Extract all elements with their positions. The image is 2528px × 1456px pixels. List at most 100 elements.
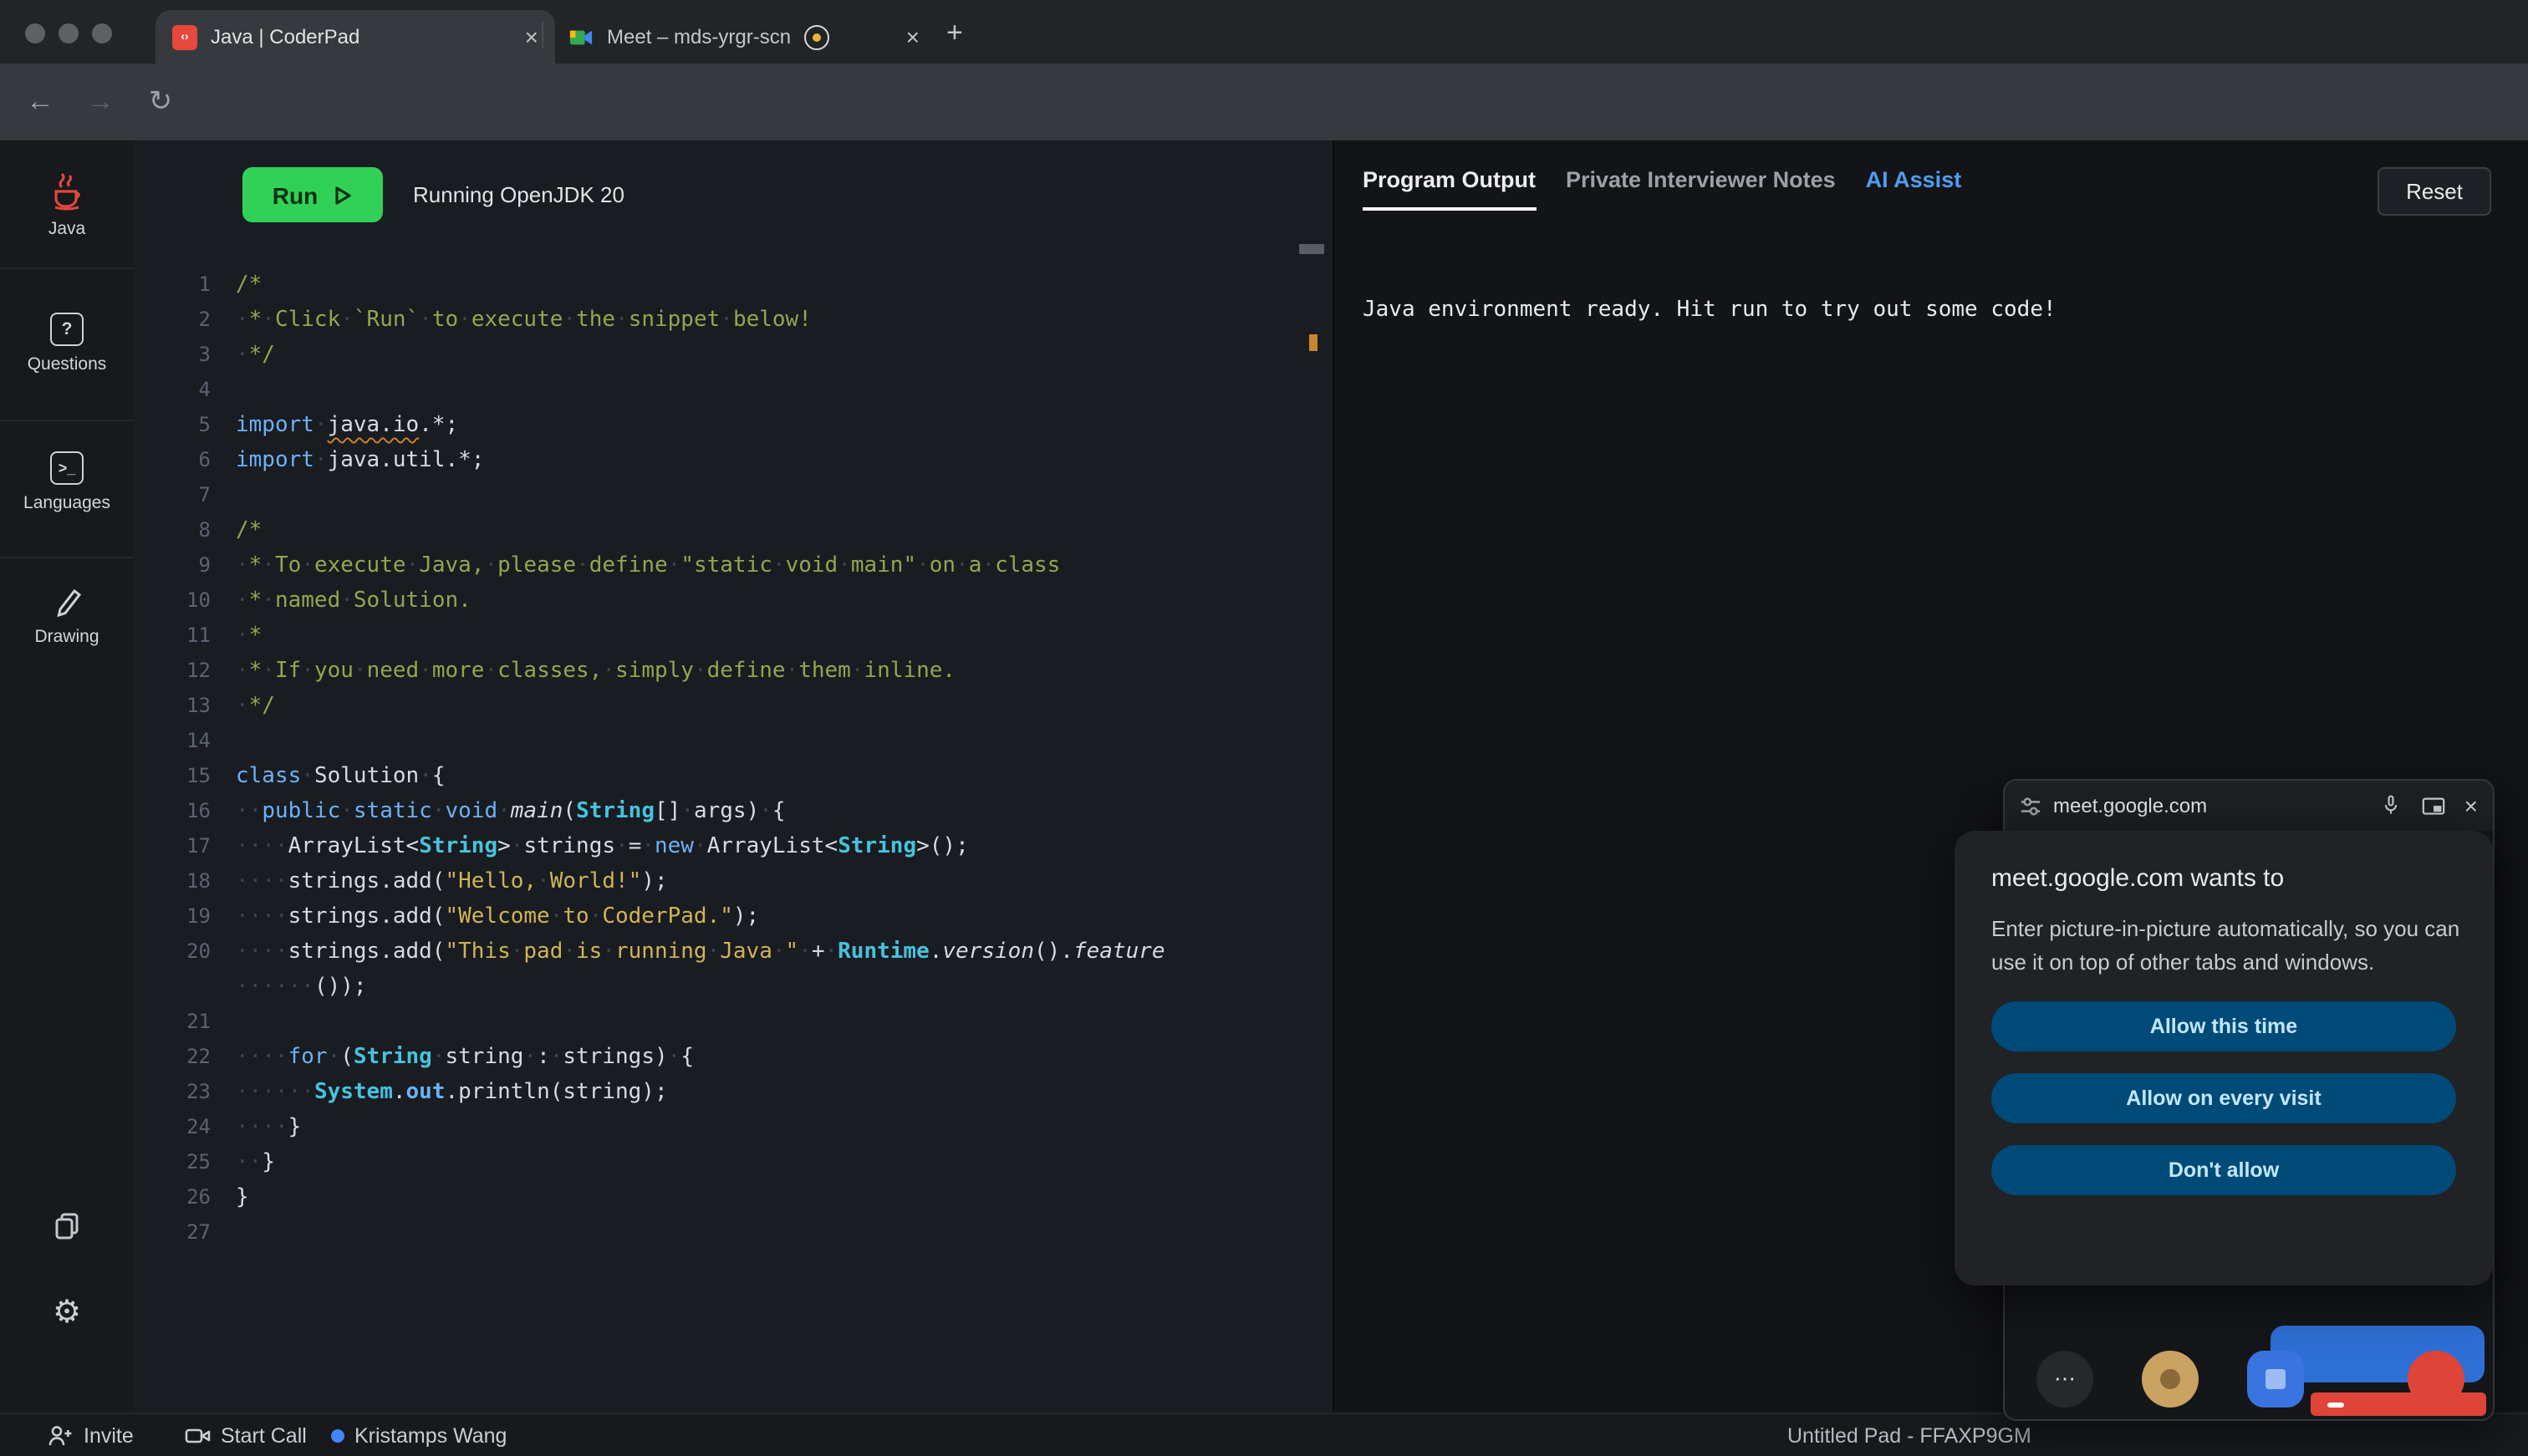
code-token: execute <box>471 308 563 333</box>
whitespace-dot: · <box>236 308 249 333</box>
line-number: 11 <box>134 619 211 654</box>
code-token: new <box>655 834 694 859</box>
run-button[interactable]: Run <box>242 167 383 222</box>
meet-more-button[interactable]: ⋯ <box>2036 1351 2093 1408</box>
window-close-button[interactable] <box>25 23 45 43</box>
tab-coderpad[interactable]: ‹› Java | CoderPad × <box>155 10 555 64</box>
code-text: ····for·(String·string·:·strings)·{ <box>236 1045 694 1070</box>
whitespace-dot: · <box>354 659 367 684</box>
whitespace-dot: · <box>249 975 262 1000</box>
whitespace-dot: · <box>249 1080 262 1105</box>
pad-title[interactable]: Untitled Pad - FFAXP9GM <box>1787 1414 2031 1456</box>
reload-icon[interactable]: ↻ <box>137 64 184 140</box>
code-line: 21 <box>134 1005 1333 1040</box>
tab-meet[interactable]: Meet – mds-yrgr-scn × <box>552 10 936 64</box>
window-minimize-button[interactable] <box>59 23 79 43</box>
editor-scrollbar[interactable] <box>1299 244 1324 254</box>
whitespace-dot: · <box>340 799 354 824</box>
code-line: 14 <box>134 724 1333 759</box>
back-icon[interactable]: ← <box>17 64 64 140</box>
pip-expand-icon[interactable] <box>2421 793 2446 818</box>
whitespace-dot: · <box>484 553 497 578</box>
sidebar-item-drawing[interactable]: Drawing <box>0 585 134 647</box>
recording-indicator-icon[interactable] <box>804 24 829 49</box>
invite-button[interactable]: Invite <box>47 1414 134 1456</box>
code-token: is <box>576 939 602 965</box>
line-number: 5 <box>134 408 211 443</box>
sidebar-item-questions[interactable]: ? Questions <box>0 313 134 374</box>
code-token: ArrayList< <box>707 834 838 859</box>
code-token: java.io <box>328 413 420 438</box>
tab-program-output[interactable]: Program Output <box>1363 167 1536 211</box>
code-token: define <box>589 553 668 578</box>
allow-every-visit-button[interactable]: Allow on every visit <box>1991 1073 2456 1123</box>
code-line: 15class·Solution·{ <box>134 759 1333 794</box>
code-token: > <box>497 834 511 859</box>
settings-button[interactable]: ⚙ <box>0 1294 134 1332</box>
start-call-button[interactable]: Start Call <box>184 1414 307 1456</box>
code-line: 2·*·Click·`Run`·to·execute·the·snippet·b… <box>134 303 1333 338</box>
line-number: 26 <box>134 1180 211 1215</box>
run-label: Run <box>273 181 318 208</box>
whitespace-dot: · <box>262 1115 275 1140</box>
code-token: String <box>419 834 497 859</box>
pip-close-icon[interactable]: × <box>2464 794 2478 817</box>
pip-site-settings-icon[interactable] <box>2020 795 2041 817</box>
line-number: 19 <box>134 899 211 934</box>
reset-button[interactable]: Reset <box>2378 167 2491 216</box>
whitespace-dot: · <box>523 1045 537 1070</box>
tab-close-icon[interactable]: × <box>906 25 920 48</box>
languages-icon: >_ <box>50 451 84 485</box>
line-number: 14 <box>134 724 211 759</box>
code-line: 18····strings.add("Hello,·World!"); <box>134 864 1333 899</box>
copy-pad-button[interactable] <box>0 1210 134 1240</box>
tab-close-icon[interactable]: × <box>525 25 538 48</box>
sidebar-item-java[interactable]: Java <box>0 171 134 239</box>
allow-this-time-button[interactable]: Allow this time <box>1991 1001 2456 1051</box>
code-token: below! <box>733 308 812 333</box>
code-token: ); <box>641 869 667 894</box>
code-token: } <box>236 1185 249 1210</box>
whitespace-dot: · <box>432 1045 446 1070</box>
code-editor[interactable]: Run Running OpenJDK 20 1/*2·*·Click·`Run… <box>134 140 1334 1414</box>
dont-allow-button[interactable]: Don't allow <box>1991 1145 2456 1195</box>
line-number: 6 <box>134 443 211 478</box>
new-tab-button[interactable]: + <box>946 17 963 50</box>
code-token: named <box>275 588 340 613</box>
meet-grid-button[interactable] <box>2247 1351 2304 1408</box>
whitespace-dot: · <box>537 869 550 894</box>
code-line: 24····} <box>134 1110 1333 1145</box>
meet-reaction-glyph <box>2160 1369 2180 1389</box>
tab-ai-assist[interactable]: AI Assist <box>1866 167 1962 207</box>
code-token: .*; <box>419 413 458 438</box>
code-token: " <box>786 939 799 965</box>
code-text: } <box>236 1185 249 1210</box>
invite-label: Invite <box>84 1423 134 1447</box>
code-lines[interactable]: 1/*2·*·Click·`Run`·to·execute·the·snippe… <box>134 267 1333 1250</box>
code-token: * <box>249 659 262 684</box>
whitespace-dot: · <box>236 904 249 929</box>
whitespace-dot: · <box>406 553 420 578</box>
meet-reaction-button[interactable] <box>2142 1351 2199 1408</box>
meet-grid-glyph <box>2266 1369 2286 1389</box>
forward-icon[interactable]: → <box>77 64 124 140</box>
code-token: "Hello, <box>445 869 537 894</box>
whitespace-dot: · <box>249 1115 262 1140</box>
code-line: 11·* <box>134 619 1333 654</box>
video-camera-icon <box>184 1422 211 1448</box>
code-token: Click <box>275 308 340 333</box>
window-zoom-button[interactable] <box>92 23 112 43</box>
microphone-icon[interactable] <box>2379 794 2403 817</box>
whitespace-dot: · <box>236 939 249 965</box>
code-line: 12·*·If·you·need·more·classes,·simply·de… <box>134 654 1333 689</box>
code-token: the <box>576 308 615 333</box>
code-token: args) <box>694 799 759 824</box>
code-text: ·*·If·you·need·more·classes,·simply·defi… <box>236 659 956 684</box>
code-token: "Welcome <box>445 904 549 929</box>
whitespace-dot: · <box>288 975 302 1000</box>
code-token: out <box>406 1080 446 1105</box>
whitespace-dot: · <box>576 553 589 578</box>
code-token: import <box>236 413 314 438</box>
tab-private-interviewer-notes[interactable]: Private Interviewer Notes <box>1566 167 1836 207</box>
sidebar-item-languages[interactable]: >_ Languages <box>0 451 134 513</box>
